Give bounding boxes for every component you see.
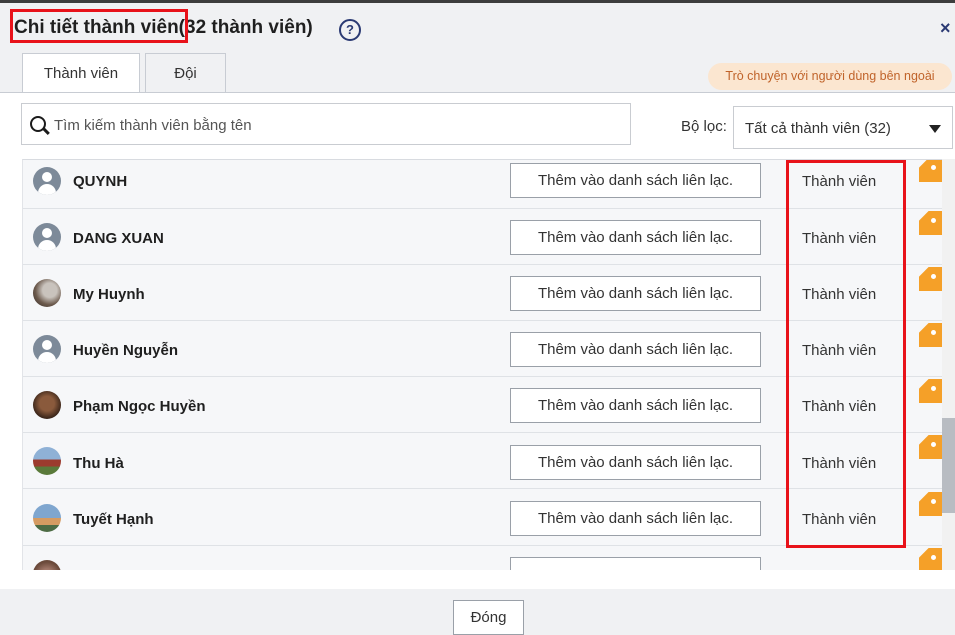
add-to-contacts-button[interactable]: Thêm vào danh sách liên lạc. [510,445,761,480]
avatar [33,279,61,307]
guest-user-icon [919,379,942,403]
chevron-down-icon [929,125,941,133]
search-icon [30,116,46,132]
external-chat-badge: Trò chuyện với người dùng bên ngoài [708,63,952,90]
avatar [33,223,61,251]
tab-members[interactable]: Thành viên [22,53,140,94]
role-column-highlight-box [786,160,906,548]
guest-user-icon [919,160,942,182]
avatar [33,560,61,570]
list-scrollbar[interactable] [942,159,955,570]
add-to-contacts-button[interactable]: Thêm vào danh sách liên lạc. [510,501,761,536]
guest-user-icon [919,435,942,459]
guest-user-icon [919,267,942,291]
member-name: Tuyết Hạnh [73,511,154,528]
search-input[interactable] [52,104,626,146]
add-to-contacts-button[interactable]: Thêm vào danh sách liên lạc. [510,276,761,311]
guest-user-icon [919,492,942,516]
member-name: Huyền Nguyễn [73,342,179,359]
question-circle-icon[interactable]: ? [339,19,361,41]
add-to-contacts-button[interactable]: Thêm vào danh sách liên lạc. [510,332,761,367]
avatar [33,447,61,475]
member-name: My Huynh [73,286,145,303]
list-item [23,546,942,570]
scrollbar-thumb[interactable] [942,418,955,513]
close-icon[interactable]: × [940,18,951,39]
add-to-contacts-button[interactable]: Thêm vào danh sách liên lạc. [510,163,761,198]
tab-teams[interactable]: Đội [145,53,226,93]
filter-dropdown[interactable]: Tất cả thành viên (32) [733,106,953,149]
add-to-contacts-button[interactable] [510,557,761,570]
member-name: DANG XUAN [73,230,164,247]
avatar [33,391,61,419]
guest-user-icon [919,548,942,570]
member-name: Thu Hà [73,455,124,472]
filter-label: Bộ lọc: [681,118,727,135]
avatar [33,167,61,195]
avatar [33,504,61,532]
filter-selected-value: Tất cả thành viên (32) [745,120,891,137]
close-button[interactable]: Đóng [453,600,524,635]
avatar [33,335,61,363]
member-name: Phạm Ngọc Huyền [73,398,206,415]
add-to-contacts-button[interactable]: Thêm vào danh sách liên lạc. [510,388,761,423]
search-box[interactable] [21,103,631,146]
guest-user-icon [919,323,942,347]
member-name: QUYNH [73,173,128,190]
guest-user-icon [919,211,942,235]
title-highlight-box [10,9,188,43]
add-to-contacts-button[interactable]: Thêm vào danh sách liên lạc. [510,220,761,255]
